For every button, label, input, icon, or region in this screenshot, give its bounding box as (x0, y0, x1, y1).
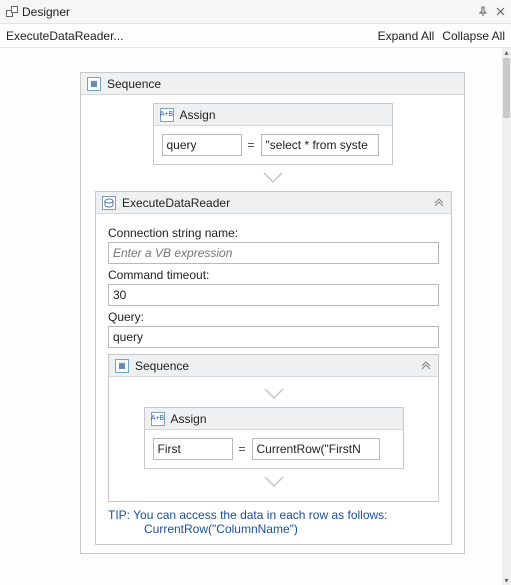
designer-icon (6, 6, 18, 18)
expand-all-link[interactable]: Expand All (378, 29, 435, 43)
sequence-outer-header[interactable]: ▦ Sequence (81, 73, 464, 95)
vertical-scrollbar[interactable]: ▴ ▾ (502, 48, 511, 585)
database-icon (102, 196, 116, 210)
designer-canvas[interactable]: ▦ Sequence A+B Assign = (0, 48, 511, 585)
assign-inner-header[interactable]: A+B Assign (145, 408, 403, 430)
assign-inner-right-input[interactable] (252, 438, 380, 460)
assign-outer-equals: = (248, 138, 255, 152)
assign-outer-title: Assign (180, 108, 386, 122)
tip-line2: CurrentRow("ColumnName") (108, 522, 439, 536)
flow-arrow-icon (263, 475, 285, 489)
query-input[interactable] (108, 326, 439, 348)
assign-inner-left-input[interactable] (153, 438, 233, 460)
assign-inner-equals: = (239, 442, 246, 456)
collapse-all-link[interactable]: Collapse All (442, 29, 505, 43)
assign-outer-right-input[interactable] (261, 134, 379, 156)
conn-string-input[interactable] (108, 242, 439, 264)
breadcrumb-path[interactable]: ExecuteDataReader... (6, 29, 378, 43)
edr-title: ExecuteDataReader (122, 196, 427, 210)
tip-line1: TIP: You can access the data in each row… (108, 508, 439, 522)
sequence-activity-inner[interactable]: ▦ Sequence A+B (108, 354, 439, 502)
titlebar: Designer (0, 0, 511, 24)
assign-activity-inner[interactable]: A+B Assign = (144, 407, 404, 469)
flow-arrow-icon (262, 171, 284, 185)
assign-icon: A+B (151, 412, 165, 426)
window-title: Designer (22, 5, 70, 19)
sequence-inner-title: Sequence (135, 359, 414, 373)
scroll-down-icon[interactable]: ▾ (502, 576, 511, 585)
edr-header[interactable]: ExecuteDataReader (96, 192, 451, 214)
assign-outer-header[interactable]: A+B Assign (154, 104, 392, 126)
query-label: Query: (108, 310, 439, 324)
assign-inner-title: Assign (171, 412, 397, 426)
assign-outer-left-input[interactable] (162, 134, 242, 156)
scroll-thumb[interactable] (503, 58, 510, 118)
executedatareader-activity[interactable]: ExecuteDataReader Connection string name… (95, 191, 452, 545)
sequence-icon: ▦ (87, 77, 101, 91)
flow-arrow-icon (263, 387, 285, 401)
conn-label: Connection string name: (108, 226, 439, 240)
assign-activity-outer[interactable]: A+B Assign = (153, 103, 393, 165)
pin-icon[interactable] (478, 5, 488, 19)
sequence-outer-title: Sequence (107, 77, 458, 91)
scroll-up-icon[interactable]: ▴ (502, 48, 511, 57)
close-icon[interactable] (496, 5, 505, 19)
sequence-activity-outer[interactable]: ▦ Sequence A+B Assign = (80, 72, 465, 554)
assign-icon: A+B (160, 108, 174, 122)
breadcrumb-bar: ExecuteDataReader... Expand All Collapse… (0, 24, 511, 48)
sequence-icon: ▦ (115, 359, 129, 373)
collapse-chevron-icon[interactable] (433, 196, 445, 210)
sequence-inner-header[interactable]: ▦ Sequence (109, 355, 438, 377)
collapse-chevron-icon[interactable] (420, 359, 432, 373)
timeout-input[interactable] (108, 284, 439, 306)
timeout-label: Command timeout: (108, 268, 439, 282)
tip-text: TIP: You can access the data in each row… (108, 508, 439, 536)
